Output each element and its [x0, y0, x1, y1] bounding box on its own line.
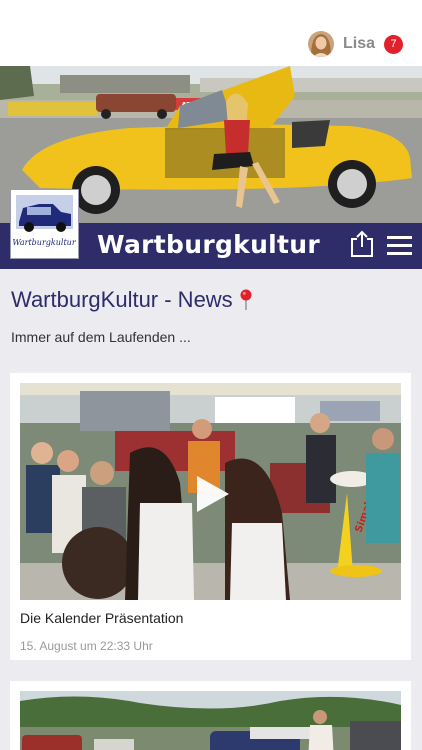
user-menu[interactable]: Lisa 7: [307, 30, 403, 58]
notification-badge[interactable]: 7: [384, 34, 403, 54]
news-card[interactable]: Simalco Die Kalender Präsentation 15. Au…: [10, 373, 411, 660]
video-thumbnail[interactable]: Simalco: [20, 383, 401, 600]
logo-caption: Wartburgkultur: [13, 238, 76, 247]
map-pin-icon: [239, 289, 253, 311]
share-icon[interactable]: [350, 230, 374, 258]
post-image[interactable]: [20, 691, 401, 750]
news-card[interactable]: [10, 681, 411, 750]
user-name[interactable]: Lisa: [343, 35, 375, 53]
page-title: WartburgKultur - News: [11, 287, 253, 313]
avatar[interactable]: [307, 31, 334, 57]
play-icon[interactable]: [195, 474, 231, 514]
brand-logo: Wartburgkultur: [11, 190, 78, 258]
page-title-text: WartburgKultur - News: [11, 287, 233, 312]
post-title[interactable]: Die Kalender Präsentation: [20, 610, 183, 626]
page-subtitle: Immer auf dem Laufenden ...: [11, 329, 191, 345]
top-bar: Lisa 7: [0, 0, 422, 66]
post-date: 15. August um 22:33 Uhr: [20, 639, 153, 653]
menu-icon[interactable]: [387, 235, 412, 257]
brand-title: Wartburgkultur: [97, 230, 321, 259]
